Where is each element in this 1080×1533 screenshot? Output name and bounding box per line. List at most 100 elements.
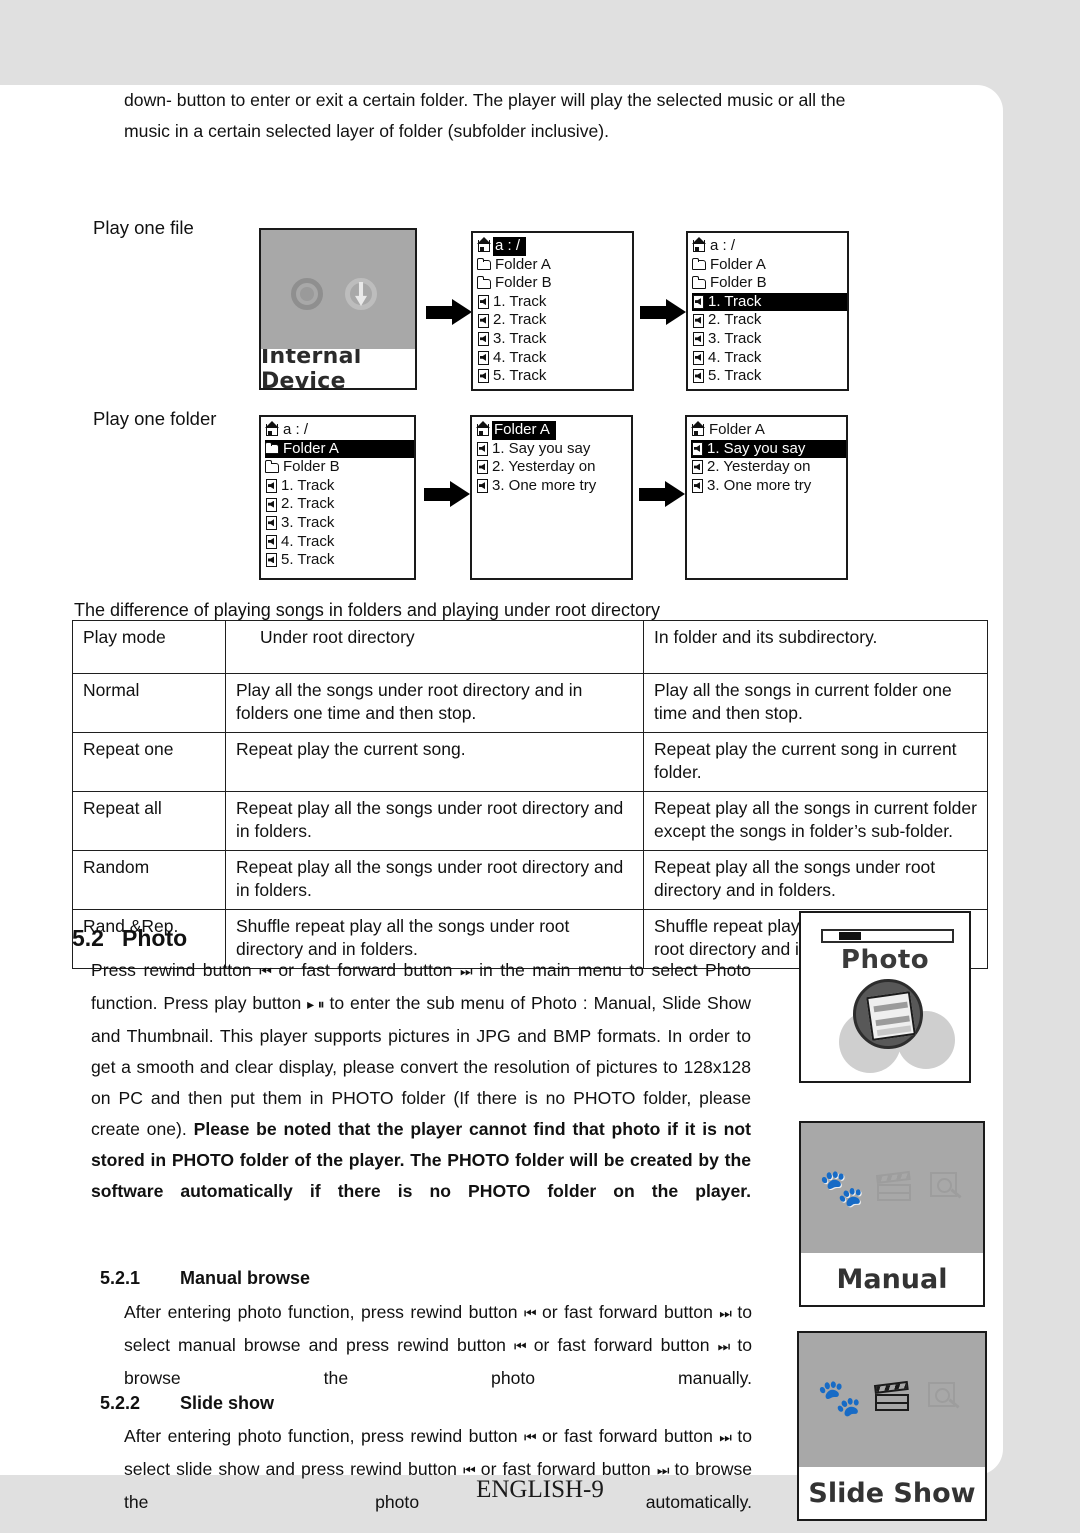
section-paragraph: Press rewind button ⏮ or fast forward bu… [91, 955, 751, 1207]
list-item[interactable]: 3. Track [265, 514, 414, 533]
list-item-label: 1. Say you say [492, 439, 591, 457]
table-row: Random Repeat play all the songs under ro… [72, 850, 988, 910]
list-item-label: 3. One more try [707, 476, 812, 494]
list-item-label: 4. Track [708, 348, 762, 366]
table-cell: Repeat play all the songs under root dir… [643, 850, 988, 910]
list-item[interactable]: Folder A [476, 420, 631, 440]
list-item[interactable]: 3. One more try [691, 477, 846, 496]
list-item[interactable]: 5. Track [477, 367, 632, 386]
photo-menu-label: Photo [840, 945, 930, 975]
music-file-icon [476, 460, 489, 475]
list-item[interactable]: Folder B [477, 274, 632, 293]
list-item[interactable]: 2. Track [692, 311, 847, 330]
arrow-right-icon [426, 299, 472, 325]
table-cell: Repeat play the current song in current … [643, 732, 988, 792]
sub1-text-d: or fast forward button [533, 1335, 710, 1355]
list-item[interactable]: 1. Say you say [476, 440, 631, 459]
list-item[interactable]: Folder A [477, 256, 632, 275]
music-file-icon [691, 441, 704, 456]
list-item[interactable]: Folder A [692, 256, 847, 275]
list-item-label: 3. Track [281, 513, 335, 531]
fast-forward-icon: ⏭ [459, 964, 473, 980]
paw-icon: 🐾 [817, 1377, 862, 1418]
table-caption: The difference of playing songs in folde… [74, 600, 661, 620]
subsection-number: 5.2.2 [100, 1393, 141, 1413]
subsection-title: Slide show [180, 1393, 275, 1413]
usb-sync-icon [291, 278, 323, 310]
list-item[interactable]: 2. Track [477, 311, 632, 330]
list-item[interactable]: 3. Track [477, 330, 632, 349]
list-item[interactable]: 2. Yesterday on [691, 458, 846, 477]
section-body: Press rewind button ⏮ or fast forward bu… [91, 955, 751, 1207]
home-icon [691, 420, 706, 438]
table-header-cell: Under root directory [225, 620, 644, 674]
table-cell: Play all the songs under root directory … [225, 673, 644, 733]
list-item-label: a : / [710, 237, 736, 254]
music-file-icon [265, 534, 278, 549]
list-item[interactable]: 2. Track [265, 495, 414, 514]
list-item-label: 2. Track [708, 311, 762, 329]
list-item[interactable]: Folder B [692, 274, 847, 293]
music-file-icon [265, 479, 278, 494]
music-file-icon [692, 295, 705, 310]
table-cell: Normal [72, 673, 226, 733]
list-item[interactable]: 1. Track [477, 293, 632, 312]
clapper-icon [871, 1377, 915, 1419]
list-item[interactable]: a : / [265, 420, 414, 440]
magnifier-icon [927, 1167, 971, 1209]
list-item[interactable]: 4. Track [692, 349, 847, 368]
music-file-icon [692, 369, 705, 384]
screen-root-listing-a: a : / Folder A Folder B 1. Track 2. Track 3. … [471, 231, 634, 391]
list-item-label: 2. Yesterday on [707, 458, 811, 476]
rewind-icon: ⏮ [259, 964, 272, 980]
table-row: Repeat all Repeat play all the songs unde… [72, 791, 988, 851]
usb-download-icon [345, 278, 377, 310]
list-item[interactable]: 1. Track [692, 292, 847, 312]
list-item-label: 2. Track [281, 495, 335, 513]
table-cell: Repeat play all the songs under root dir… [225, 850, 644, 910]
list-item[interactable]: 5. Track [265, 551, 414, 570]
subsection-heading-manual-browse: 5.2.1 Manual browse [100, 1268, 310, 1289]
list-item[interactable]: Folder B [265, 458, 414, 477]
list-item-label: Folder A [710, 255, 766, 273]
section-text-d: to enter the sub menu of Photo : Manual,… [91, 993, 752, 1139]
intro-line-1: down- button to enter or exit a certain … [124, 90, 846, 110]
list-item[interactable]: 3. One more try [476, 477, 631, 496]
list-item-label: Folder A [283, 439, 339, 457]
list-item[interactable]: a : / [692, 236, 847, 256]
arrow-right-icon [424, 481, 470, 507]
list-item-label: 1. Track [493, 292, 547, 310]
section-text-a: Press rewind button [91, 960, 252, 980]
clapper-icon [873, 1167, 917, 1209]
list-item-label: 1. Track [281, 476, 335, 494]
list-item-label: 5. Track [708, 367, 762, 385]
list-item[interactable]: 4. Track [265, 533, 414, 552]
home-icon [692, 236, 707, 254]
list-item[interactable]: 2. Yesterday on [476, 458, 631, 477]
list-item-label: 2. Yesterday on [492, 458, 596, 476]
screen-manual-mode: 🐾 Manual [799, 1121, 985, 1307]
list-item[interactable]: a : / [477, 236, 632, 256]
internal-device-caption: Internal Device [261, 344, 415, 394]
list-item-label: Folder B [283, 458, 340, 476]
music-file-icon [692, 350, 705, 365]
list-item[interactable]: 1. Track [265, 477, 414, 496]
list-item[interactable]: 5. Track [692, 367, 847, 386]
list-item[interactable]: Folder A [691, 420, 846, 440]
section-number: 5.2 [72, 925, 104, 951]
music-file-icon [477, 350, 490, 365]
list-item[interactable]: 4. Track [477, 349, 632, 368]
subsection-heading-slide-show: 5.2.2 Slide show [100, 1393, 274, 1414]
list-item-label: 1. Track [708, 292, 762, 310]
table-cell: Repeat play all the songs under root dir… [225, 791, 644, 851]
list-item[interactable]: 1. Say you say [691, 439, 846, 459]
home-icon [476, 420, 491, 438]
list-item[interactable]: Folder A [265, 439, 414, 459]
subsection-number: 5.2.1 [100, 1268, 141, 1288]
list-item[interactable]: 3. Track [692, 330, 847, 349]
music-file-icon [692, 332, 705, 347]
table-header-cell: Play mode [72, 620, 226, 674]
home-icon [477, 236, 492, 254]
list-item-label: Folder B [495, 274, 552, 292]
screen-root-listing-b: a : / Folder A Folder B 1. Track 2. Track 3. … [686, 231, 849, 391]
